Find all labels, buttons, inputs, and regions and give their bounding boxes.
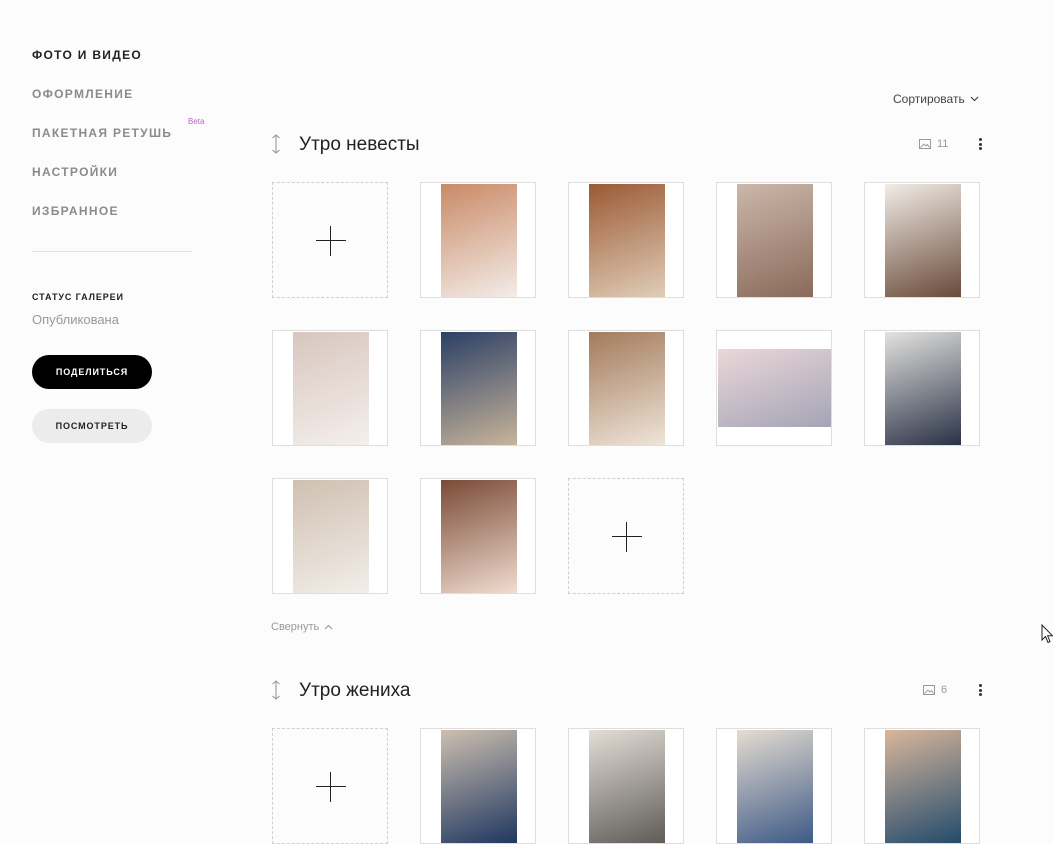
gallery-status-label: СТАТУС ГАЛЕРЕИ [32,292,124,302]
nav-design[interactable]: ОФОРМЛЕНИЕ [32,87,133,101]
collapse-label: Свернуть [271,621,320,633]
section-title: Утро невесты [299,134,420,155]
sidebar-divider [32,251,192,252]
photo-groom-mirror [885,332,961,445]
photo-tile[interactable] [420,728,536,844]
section-title: Утро жениха [299,680,411,701]
photo-red-shoes-close [441,480,517,593]
mouse-cursor-icon [1041,624,1053,644]
photo-bride-at-mirror [737,184,813,297]
photo-groom-room [885,730,961,843]
photo-dress-back-lace [441,184,517,297]
nav-favorites[interactable]: ИЗБРАННОЕ [32,204,119,218]
collapse-section-button[interactable]: Свернуть [271,621,333,633]
share-button[interactable]: ПОДЕЛИТЬСЯ [32,355,152,389]
plus-icon [316,772,346,802]
section-header: Утро невесты 11 [268,133,998,163]
add-photo-tile[interactable] [568,478,684,594]
sort-label: Сортировать [893,92,965,106]
drag-handle-icon[interactable] [268,133,284,155]
photo-bride-portrait [885,184,961,297]
photo-tile[interactable] [568,182,684,298]
drag-handle-icon[interactable] [268,679,284,701]
image-icon [919,139,931,149]
sort-dropdown[interactable]: Сортировать [893,92,979,106]
photo-tile[interactable] [716,182,832,298]
photo-dress-buttons [293,332,369,445]
photo-tile[interactable] [272,478,388,594]
plus-icon [316,226,346,256]
photo-tile[interactable] [420,330,536,446]
photo-tile[interactable] [568,728,684,844]
photo-tile[interactable] [420,182,536,298]
nav-photo-video[interactable]: ФОТО И ВИДЕО [32,48,142,62]
photo-hands-cufflinks [737,730,813,843]
photo-tile[interactable] [864,182,980,298]
photo-tile[interactable] [716,728,832,844]
more-options-icon[interactable] [975,683,985,699]
add-photo-tile[interactable] [272,728,388,844]
photo-count-value: 11 [937,138,949,150]
beta-badge: Beta [188,117,205,126]
photo-tile[interactable] [272,330,388,446]
chevron-down-icon [970,96,979,102]
photo-tile[interactable] [864,728,980,844]
photo-dress-on-floor [718,349,831,427]
photo-tile[interactable] [420,478,536,594]
photo-table-decor [589,332,665,445]
photo-tile[interactable] [716,330,832,446]
photo-count: 6 [923,684,947,696]
image-icon [923,685,935,695]
photo-groom-vest [589,730,665,843]
add-photo-tile[interactable] [272,182,388,298]
photo-count-value: 6 [941,684,948,696]
gallery-status-value: Опубликована [32,312,119,327]
photo-groom-suit-blue [441,332,517,445]
more-options-icon[interactable] [975,137,985,153]
view-button[interactable]: ПОСМОТРЕТЬ [32,409,152,443]
chevron-up-icon [324,624,333,630]
nav-settings[interactable]: НАСТРОЙКИ [32,165,118,179]
photo-count: 11 [919,138,948,150]
photo-bride-window [293,480,369,593]
photo-mirror-red-shoes [589,184,665,297]
photo-groom-boutonniere [441,730,517,843]
photo-tile[interactable] [568,330,684,446]
nav-batch-retouch[interactable]: ПАКЕТНАЯ РЕТУШЬ [32,126,172,140]
plus-icon [612,522,642,552]
photo-tile[interactable] [864,330,980,446]
section-header: Утро жениха 6 [268,679,998,709]
